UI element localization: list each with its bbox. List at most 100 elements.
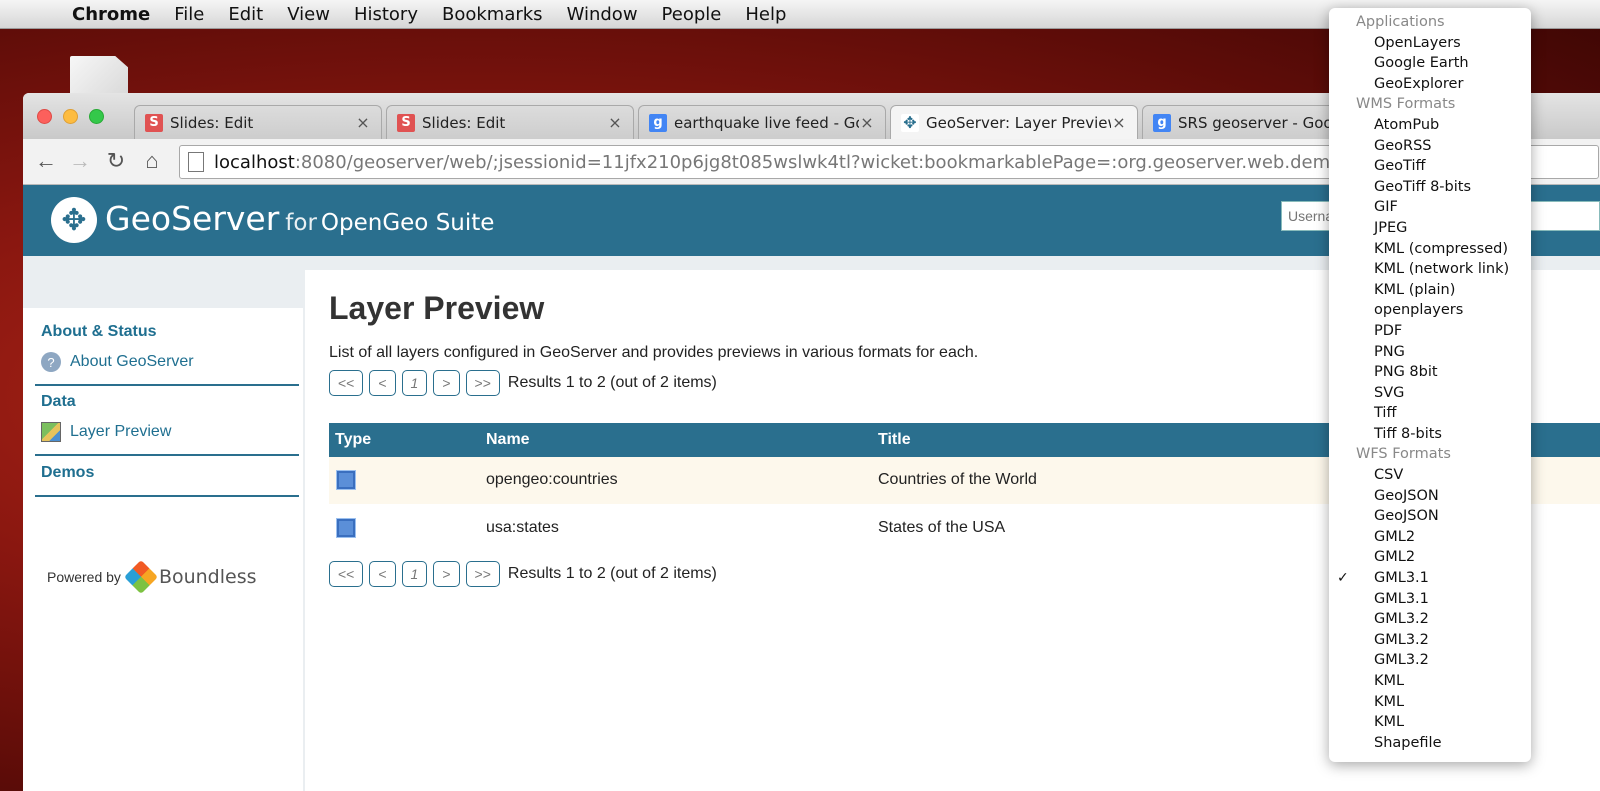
layer-name: opengeo:countries [486,471,618,488]
dropdown-option[interactable]: CSV [1329,465,1531,486]
first-page-button[interactable]: << [329,561,364,587]
boundless-logo-icon [123,560,158,594]
dropdown-option[interactable]: KML (compressed) [1329,239,1531,260]
menu-edit[interactable]: Edit [228,4,263,25]
zoom-window-button[interactable] [89,109,104,124]
dropdown-option[interactable]: GML2 [1329,527,1531,548]
dropdown-option[interactable]: GeoJSON [1329,486,1531,507]
dropdown-option[interactable]: GML3.2 [1329,630,1531,651]
dropdown-option[interactable]: GIF [1329,197,1531,218]
menu-app-chrome[interactable]: Chrome [72,4,150,25]
dropdown-option[interactable]: Google Earth [1329,53,1531,74]
dropdown-option[interactable]: openplayers [1329,300,1531,321]
close-icon[interactable]: × [607,113,623,132]
powered-by-boundless[interactable]: Powered by Boundless [47,560,257,594]
close-icon[interactable]: × [859,113,875,132]
dropdown-option[interactable]: GML2 [1329,547,1531,568]
dropdown-option-label: Tiff [1374,405,1397,422]
dropdown-option[interactable]: ✓ GML3.1 [1329,568,1531,589]
reload-icon[interactable]: ↻ [103,148,129,174]
back-arrow-icon[interactable]: ← [33,148,59,174]
format-select-dropdown[interactable]: Applications OpenLayers Google Earth GeoExp… [1329,8,1531,762]
last-page-button[interactable]: >> [465,561,500,587]
dropdown-option[interactable]: GeoRSS [1329,136,1531,157]
tab-label: Slides: Edit [170,113,254,132]
dropdown-options: Applications OpenLayers Google Earth GeoExp… [1329,12,1531,753]
menu-file[interactable]: File [174,4,204,25]
menu-people[interactable]: People [662,4,722,25]
dropdown-option[interactable]: PDF [1329,321,1531,342]
dropdown-option[interactable]: KML (plain) [1329,280,1531,301]
layer-title: Countries of the World [878,471,1037,488]
sidebar-item-label: About GeoServer [70,353,194,370]
dropdown-option[interactable]: KML [1329,671,1531,692]
home-icon[interactable]: ⌂ [139,148,165,174]
dropdown-option-label: KML (compressed) [1374,240,1508,257]
forward-arrow-icon[interactable]: → [67,148,93,174]
last-page-button[interactable]: >> [465,370,500,396]
sidebar-item-about-geoserver[interactable]: ? About GeoServer [41,352,194,372]
column-type[interactable]: Type [335,431,371,449]
dropdown-option[interactable]: KML [1329,712,1531,733]
menu-history[interactable]: History [354,4,418,25]
close-icon[interactable]: × [355,113,371,132]
dropdown-option[interactable]: Shapefile [1329,733,1531,754]
dropdown-option[interactable]: PNG 8bit [1329,362,1531,383]
dropdown-option-label: PNG [1374,343,1405,360]
dropdown-option[interactable]: AtomPub [1329,115,1531,136]
tab-label: earthquake live feed - Goo [674,113,859,132]
page-title: Layer Preview [329,290,545,326]
prev-page-button[interactable]: < [369,370,396,396]
menu-help[interactable]: Help [745,4,786,25]
dropdown-option[interactable]: KML (network link) [1329,259,1531,280]
next-page-button[interactable]: > [433,370,460,396]
dropdown-option-label: JPEG [1374,219,1408,236]
dropdown-option[interactable]: KML [1329,692,1531,713]
tab-geoserver-layer-preview[interactable]: ✥ GeoServer: Layer Preview × [890,105,1138,139]
dropdown-option-label: PNG 8bit [1374,364,1438,381]
menu-window[interactable]: Window [567,4,638,25]
dropdown-option-label: GML2 [1374,528,1416,545]
menu-bookmarks[interactable]: Bookmarks [442,4,543,25]
sidebar-heading-demos[interactable]: Demos [41,464,94,482]
tab-earthquake-feed[interactable]: g earthquake live feed - Goo × [638,105,886,139]
dropdown-option-label: GeoJSON [1374,508,1439,525]
close-window-button[interactable] [37,109,52,124]
dropdown-option[interactable]: GeoExplorer [1329,74,1531,95]
dropdown-option[interactable]: OpenLayers [1329,33,1531,54]
dropdown-option[interactable]: GeoTiff [1329,156,1531,177]
dropdown-option[interactable]: GeoTiff 8-bits [1329,177,1531,198]
tab-slides-edit-2[interactable]: S Slides: Edit × [386,105,634,139]
dropdown-option-label: KML [1374,673,1405,689]
sidebar-item-layer-preview[interactable]: Layer Preview [41,422,171,442]
geoserver-logo[interactable]: GeoServer for OpenGeo Suite [105,199,494,238]
next-page-button[interactable]: > [433,561,460,587]
sidebar-heading-data: Data [41,393,76,410]
dropdown-option[interactable]: JPEG [1329,218,1531,239]
dropdown-option[interactable]: GML3.2 [1329,650,1531,671]
dropdown-option[interactable]: GML3.1 [1329,589,1531,610]
google-icon: g [649,113,667,132]
dropdown-option[interactable]: Tiff [1329,403,1531,424]
dropdown-option-label: GeoJSON [1374,487,1439,504]
dropdown-option-label: Shapefile [1374,734,1442,751]
dropdown-option[interactable]: SVG [1329,383,1531,404]
checkmark-icon: ✓ [1337,570,1349,587]
column-title[interactable]: Title [878,431,911,449]
tab-slides-edit-1[interactable]: S Slides: Edit × [134,105,382,139]
dropdown-option[interactable]: Tiff 8-bits [1329,424,1531,445]
menu-view[interactable]: View [287,4,330,25]
dropdown-option[interactable]: GML3.2 [1329,609,1531,630]
close-icon[interactable]: × [1111,113,1127,132]
minimize-window-button[interactable] [63,109,78,124]
first-page-button[interactable]: << [329,370,364,396]
column-name[interactable]: Name [486,431,530,449]
page-icon [188,152,204,172]
prev-page-button[interactable]: < [369,561,396,587]
tab-label: GeoServer: Layer Preview [926,113,1111,132]
dropdown-option-label: GML3.1 [1374,590,1429,607]
dropdown-option[interactable]: GeoJSON [1329,506,1531,527]
map-preview-icon [41,422,61,442]
desktop-file-icon[interactable] [70,56,128,96]
dropdown-option[interactable]: PNG [1329,342,1531,363]
